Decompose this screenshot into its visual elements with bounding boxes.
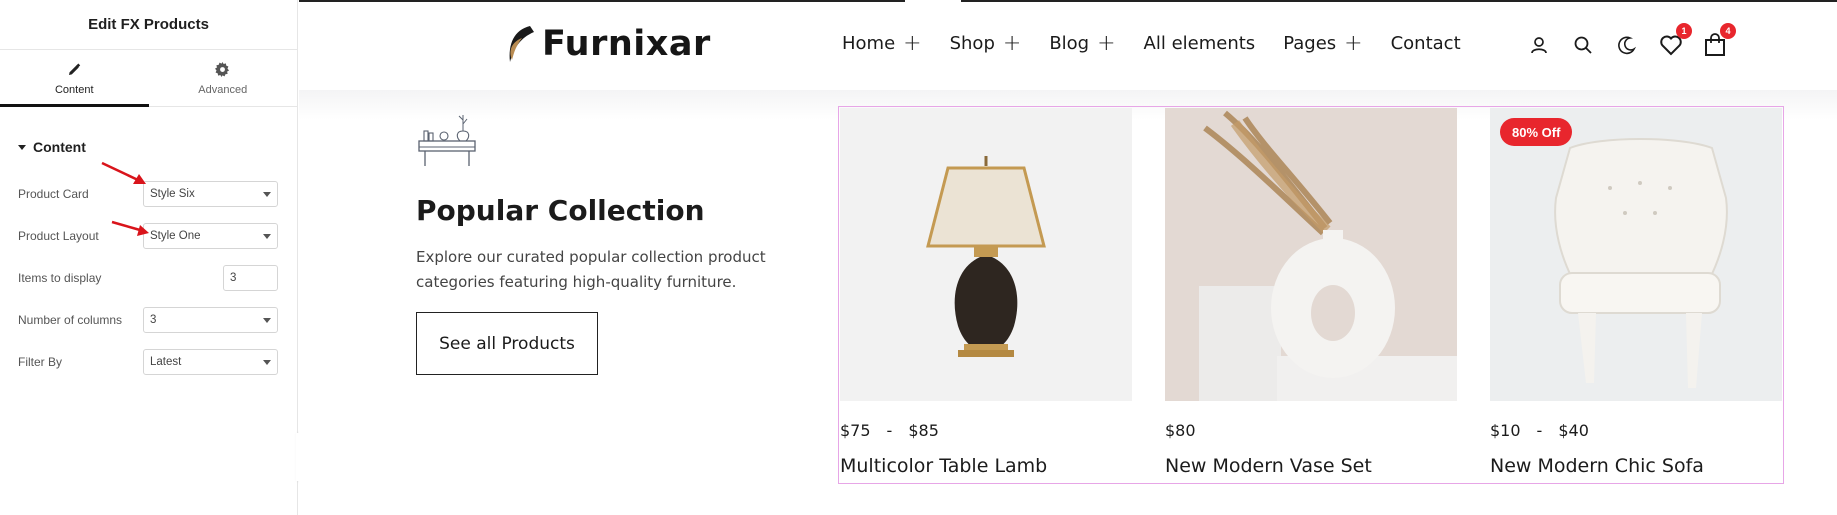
- see-all-products-button[interactable]: See all Products: [416, 312, 598, 375]
- product-price: $10- $40: [1490, 421, 1782, 440]
- plus-icon: +: [1097, 30, 1116, 56]
- control-filter-by: Filter By Latest: [18, 349, 278, 375]
- nav-all-elements[interactable]: All elements: [1144, 33, 1256, 54]
- nav-blog-label: Blog: [1049, 33, 1090, 54]
- search-button[interactable]: [1571, 33, 1595, 57]
- account-button[interactable]: [1527, 33, 1551, 57]
- price-from: $10: [1490, 421, 1521, 440]
- site-preview: Furnixar Home + Shop + Blog + All elemen…: [299, 0, 1837, 515]
- nav-pages[interactable]: Pages +: [1283, 30, 1363, 56]
- panel-title: Edit FX Products: [0, 0, 297, 50]
- product-price: $75- $85: [840, 421, 1132, 440]
- plus-icon: +: [1002, 30, 1022, 56]
- plus-icon: +: [1344, 30, 1363, 56]
- nav-shop-label: Shop: [949, 33, 995, 54]
- user-icon: [1531, 37, 1547, 54]
- items-to-display-label: Items to display: [18, 271, 102, 285]
- product-card: $80 New Modern Vase Set: [1165, 108, 1457, 477]
- price-separator: -: [1536, 421, 1543, 440]
- product-image[interactable]: [1165, 108, 1457, 401]
- filter-by-value: Latest: [150, 356, 182, 368]
- annotation-arrow-icon: [111, 220, 149, 236]
- top-border: [961, 0, 1837, 2]
- price-from: $75: [840, 421, 871, 440]
- dropdown-arrow-icon: [263, 318, 271, 323]
- caret-down-icon: [18, 144, 26, 150]
- product-card-select[interactable]: Style Six: [143, 181, 278, 207]
- section-title: Popular Collection: [416, 194, 705, 227]
- product-card: 80% Off $10- $40 New Modern Chic Sofa: [1490, 108, 1782, 477]
- nav-home-label: Home: [842, 33, 896, 54]
- product-name[interactable]: Multicolor Table Lamb: [840, 455, 1132, 477]
- product-name[interactable]: New Modern Chic Sofa: [1490, 455, 1782, 477]
- top-border: [299, 0, 905, 2]
- nav-contact[interactable]: Contact: [1391, 33, 1461, 54]
- section-title: Content: [33, 139, 86, 155]
- control-product-card: Product Card Style Six: [18, 181, 278, 207]
- logo-text: Furnixar: [542, 24, 711, 64]
- section-toggle-content[interactable]: Content: [18, 139, 86, 155]
- product-layout-select[interactable]: Style One: [143, 223, 278, 249]
- section-description: Explore our curated popular collection p…: [416, 248, 766, 291]
- tab-content[interactable]: Content: [0, 50, 149, 107]
- tab-content-label: Content: [54, 83, 94, 96]
- header-icons: 1 4: [1527, 23, 1736, 57]
- tab-advanced-label: Advanced: [198, 83, 248, 96]
- dropdown-arrow-icon: [263, 192, 271, 197]
- dropdown-arrow-icon: [263, 360, 271, 365]
- nav-pages-label: Pages: [1283, 33, 1337, 54]
- theme-toggle-button[interactable]: [1615, 33, 1639, 57]
- filter-by-select[interactable]: Latest: [143, 349, 278, 375]
- control-items-to-display: Items to display: [18, 265, 278, 291]
- nav-contact-label: Contact: [1390, 33, 1461, 54]
- product-card: $75- $85 Multicolor Table Lamb: [840, 108, 1132, 477]
- product-layout-label: Product Layout: [18, 229, 99, 243]
- annotation-arrow-icon: [101, 161, 146, 184]
- moon-icon: [1618, 36, 1637, 55]
- product-image[interactable]: 80% Off: [1490, 108, 1782, 401]
- plus-icon: +: [903, 30, 922, 56]
- furniture-line-icon: [418, 115, 476, 166]
- product-card-label: Product Card: [18, 187, 89, 201]
- wishlist-button[interactable]: 1: [1659, 23, 1692, 57]
- dropdown-arrow-icon: [263, 234, 271, 239]
- logo-leaf-icon: [509, 26, 534, 62]
- product-name[interactable]: New Modern Vase Set: [1165, 455, 1457, 477]
- product-layout-value: Style One: [150, 230, 201, 242]
- collection-intro: Popular Collection Explore our curated p…: [416, 111, 776, 295]
- pencil-icon: [67, 61, 81, 79]
- number-of-columns-select[interactable]: 3: [143, 307, 278, 333]
- filter-by-label: Filter By: [18, 355, 63, 369]
- gear-icon: [215, 61, 230, 79]
- nav-all-elements-label: All elements: [1143, 33, 1256, 54]
- items-to-display-input[interactable]: [223, 265, 278, 291]
- nav-shop[interactable]: Shop +: [949, 30, 1022, 56]
- discount-badge: 80% Off: [1500, 118, 1573, 146]
- tab-advanced[interactable]: Advanced: [149, 50, 298, 106]
- number-of-columns-value: 3: [150, 314, 157, 326]
- cart-button[interactable]: 4: [1703, 23, 1736, 57]
- site-logo[interactable]: Furnixar: [504, 24, 711, 64]
- product-card-value: Style Six: [150, 188, 195, 200]
- wishlist-count-badge: 1: [1676, 23, 1692, 39]
- price-separator: -: [886, 421, 893, 440]
- vase-image: [1199, 110, 1457, 401]
- product-price: $80: [1165, 421, 1196, 440]
- main-nav: Home + Shop + Blog + All elements Pages …: [842, 30, 1461, 56]
- control-number-of-columns: Number of columns 3: [18, 307, 278, 333]
- nav-blog[interactable]: Blog +: [1049, 30, 1116, 56]
- chair-image: [1554, 138, 1728, 388]
- panel-tabs: Content Advanced: [0, 50, 297, 107]
- search-icon: [1574, 36, 1592, 54]
- nav-home[interactable]: Home +: [842, 30, 922, 56]
- product-grid: $75- $85 Multicolor Table Lamb $80 New Mo…: [838, 106, 1784, 484]
- price-to: $85: [908, 421, 939, 440]
- number-of-columns-label: Number of columns: [18, 313, 123, 327]
- product-image[interactable]: [840, 108, 1132, 401]
- lamp-image: [926, 156, 1046, 357]
- price-to: $40: [1558, 421, 1589, 440]
- cart-count-badge: 4: [1720, 23, 1736, 39]
- editor-panel: Edit FX Products Content Advanced Conten…: [0, 0, 298, 515]
